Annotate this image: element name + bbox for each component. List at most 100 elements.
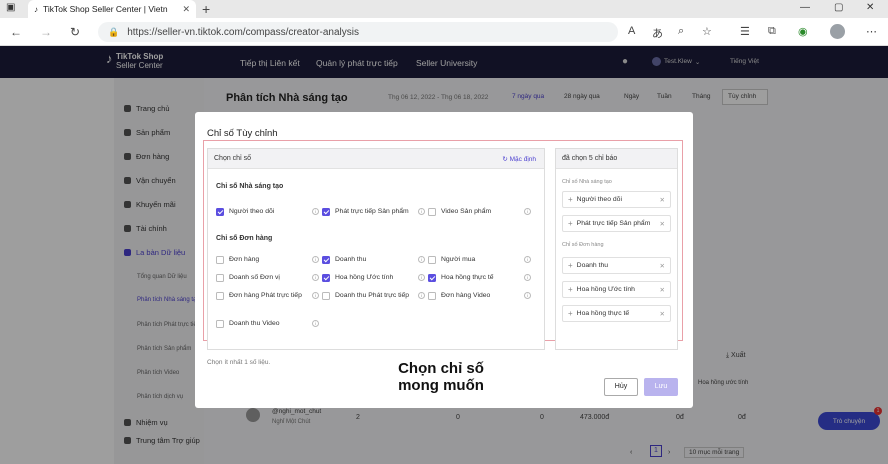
url-field[interactable]: 🔒 https://seller-vn.tiktok.com/compass/c… [98, 22, 618, 42]
selected-metric-chip[interactable]: + Hoa hồng thực tế ✕ [562, 305, 671, 322]
new-tab-icon[interactable]: + [202, 1, 210, 17]
translate-icon[interactable]: あ [652, 25, 663, 41]
info-icon[interactable]: i [524, 256, 531, 263]
info-icon[interactable]: i [312, 208, 319, 215]
panel-header: Chọn chỉ số ↻ Mặc định [208, 149, 544, 169]
checkbox-unchecked-icon[interactable] [216, 291, 224, 300]
info-icon[interactable]: i [312, 274, 319, 281]
info-icon[interactable]: i [312, 256, 319, 263]
info-icon[interactable]: i [524, 208, 531, 215]
checkbox-unchecked-icon[interactable] [428, 255, 436, 264]
metric-label: Đơn hàng Video [441, 292, 491, 299]
info-icon[interactable]: i [524, 292, 531, 299]
drag-handle-icon[interactable]: + [568, 285, 573, 294]
url-text: https://seller-vn.tiktok.com/compass/cre… [127, 26, 359, 38]
metric-checkbox-creator-1[interactable]: Phát trực tiếp Sản phẩm [322, 207, 417, 216]
back-icon[interactable]: ← [10, 25, 22, 39]
metric-checkbox-order-2[interactable]: Người mua [428, 255, 523, 264]
tiktok-favicon-icon: ♪ [34, 4, 38, 14]
maximize-icon[interactable]: ▢ [834, 2, 843, 13]
drag-handle-icon[interactable]: + [568, 195, 573, 204]
refresh-icon[interactable]: ↻ [70, 25, 80, 39]
selected-group-creator: Chỉ số Nhà sáng tạo [562, 179, 612, 185]
info-icon[interactable]: i [524, 274, 531, 281]
checkbox-checked-icon[interactable] [216, 207, 224, 216]
metric-checkbox-order-4[interactable]: Hoa hồng Ước tính [322, 273, 417, 282]
info-icon[interactable]: i [312, 320, 319, 327]
drag-handle-icon[interactable]: + [568, 309, 573, 318]
close-tab-icon[interactable]: ✕ [182, 4, 190, 15]
info-icon[interactable]: i [418, 256, 425, 263]
tab-actions-icon[interactable]: ▣ [6, 2, 15, 13]
reset-label: Mặc định [509, 156, 536, 163]
drag-handle-icon[interactable]: + [568, 219, 573, 228]
metric-checkbox-order-9[interactable]: Doanh thu Video [216, 319, 311, 328]
selected-metric-chip[interactable]: + Hoa hồng Ước tính ✕ [562, 281, 671, 298]
window-close-icon[interactable]: ✕ [866, 2, 874, 13]
zoom-icon[interactable]: ⌕ [678, 25, 684, 38]
selected-group-order: Chỉ số Đơn hàng [562, 242, 604, 248]
remove-chip-icon[interactable]: ✕ [660, 220, 665, 228]
metric-label: Đơn hàng Phát trực tiếp [229, 292, 302, 299]
section-creator-metrics: Chỉ số Nhà sáng tạo [216, 183, 284, 190]
favorites-list-icon[interactable]: ☰ [740, 25, 750, 38]
chip-label: Hoa hồng thực tế [576, 310, 630, 317]
browser-tab[interactable]: ♪ TikTok Shop Seller Center | Vietn ✕ [28, 0, 196, 18]
cancel-button[interactable]: Hủy [604, 378, 638, 396]
metric-checkbox-order-8[interactable]: Đơn hàng Video [428, 291, 523, 300]
checkbox-unchecked-icon[interactable] [322, 291, 330, 300]
caption-line-1: Chọn chỉ số [398, 360, 484, 377]
remove-chip-icon[interactable]: ✕ [660, 262, 665, 270]
forward-icon[interactable]: → [40, 25, 52, 39]
metric-checkbox-order-1[interactable]: Doanh thu [322, 255, 417, 264]
remove-chip-icon[interactable]: ✕ [660, 196, 665, 204]
metric-checkbox-order-7[interactable]: Doanh thu Phát trực tiếp [322, 291, 417, 300]
metric-checkbox-order-6[interactable]: Đơn hàng Phát trực tiếp [216, 291, 311, 300]
checkbox-checked-icon[interactable] [322, 255, 330, 264]
caption-line-2: mong muốn [398, 377, 484, 394]
remove-chip-icon[interactable]: ✕ [660, 286, 665, 294]
save-button[interactable]: Lưu [644, 378, 678, 396]
metric-checkbox-order-5[interactable]: Hoa hồng thực tế [428, 273, 523, 282]
metric-label: Hoa hồng thực tế [441, 274, 494, 281]
selected-metric-chip[interactable]: + Người theo dõi ✕ [562, 191, 671, 208]
chip-label: Doanh thu [576, 262, 609, 269]
checkbox-checked-icon[interactable] [428, 273, 436, 282]
selected-panel-header: đã chọn 5 chỉ báo [556, 149, 677, 169]
checkbox-unchecked-icon[interactable] [216, 273, 224, 282]
info-icon[interactable]: i [312, 292, 319, 299]
metric-label: Người mua [441, 256, 476, 263]
checkbox-unchecked-icon[interactable] [428, 207, 436, 216]
checkbox-checked-icon[interactable] [322, 207, 330, 216]
minimize-icon[interactable]: — [800, 2, 810, 13]
checkbox-unchecked-icon[interactable] [216, 319, 224, 328]
reset-default-button[interactable]: ↻ Mặc định [502, 155, 536, 163]
metric-checkbox-order-3[interactable]: Doanh số Đơn vị [216, 273, 311, 282]
info-icon[interactable]: i [418, 274, 425, 281]
checkbox-checked-icon[interactable] [322, 273, 330, 282]
selected-count-label: đã chọn 5 chỉ báo [562, 155, 618, 162]
drag-handle-icon[interactable]: + [568, 261, 573, 270]
checkbox-unchecked-icon[interactable] [216, 255, 224, 264]
tutorial-caption: Chọn chỉ số mong muốn [378, 360, 504, 394]
metric-label: Hoa hồng Ước tính [335, 274, 394, 281]
remove-chip-icon[interactable]: ✕ [660, 310, 665, 318]
browser-profile-avatar[interactable] [830, 24, 845, 39]
extension-icon[interactable]: ◉ [798, 25, 808, 38]
favorite-icon[interactable]: ☆ [702, 25, 712, 38]
collections-icon[interactable]: ⧉ [768, 25, 776, 38]
info-icon[interactable]: i [418, 292, 425, 299]
read-aloud-icon[interactable]: A [628, 25, 635, 37]
metric-checkbox-order-0[interactable]: Đơn hàng [216, 255, 311, 264]
metric-label: Video Sản phẩm [441, 208, 492, 215]
info-icon[interactable]: i [418, 208, 425, 215]
lock-icon: 🔒 [108, 26, 120, 37]
metric-checkbox-creator-2[interactable]: Video Sản phẩm [428, 207, 523, 216]
metric-checkbox-creator-0[interactable]: Người theo dõi [216, 207, 311, 216]
more-menu-icon[interactable]: ⋯ [866, 25, 877, 38]
metric-label: Đơn hàng [229, 256, 260, 263]
checkbox-unchecked-icon[interactable] [428, 291, 436, 300]
selected-metric-chip[interactable]: + Phát trực tiếp Sản phẩm ✕ [562, 215, 671, 232]
browser-tab-bar: ▣ ♪ TikTok Shop Seller Center | Vietn ✕ … [0, 0, 888, 18]
selected-metric-chip[interactable]: + Doanh thu ✕ [562, 257, 671, 274]
